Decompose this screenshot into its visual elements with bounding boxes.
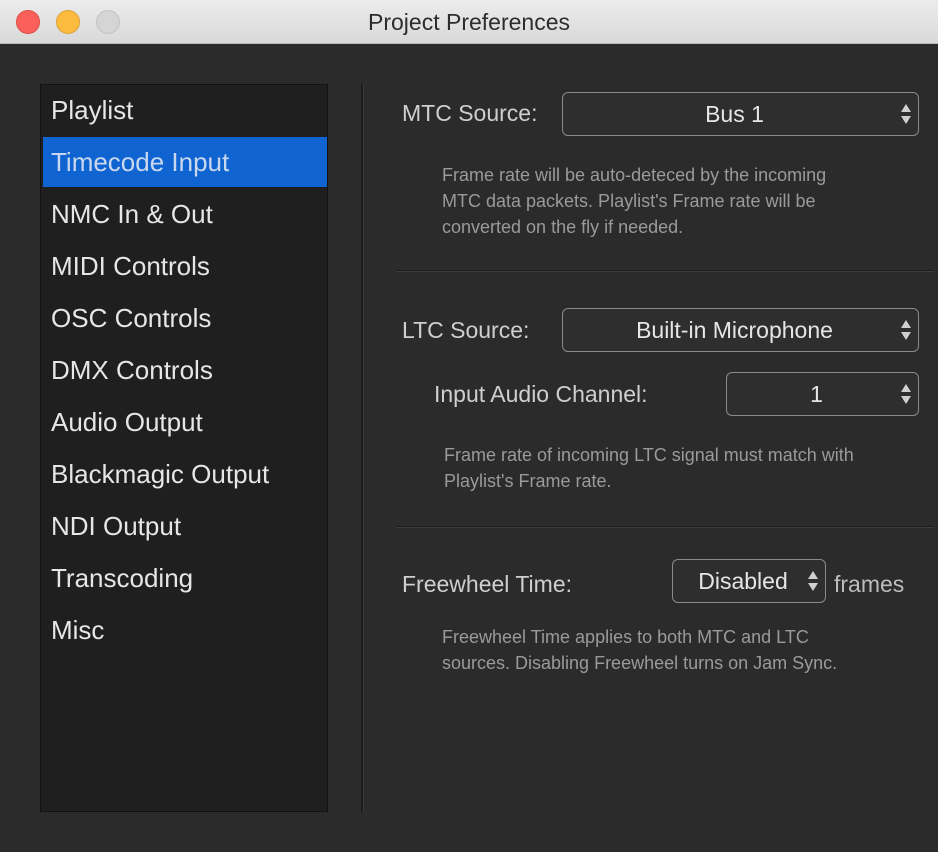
ltc-source-value: Built-in Microphone [636,317,833,343]
sidebar-item-timecode-input[interactable]: Timecode Input [43,137,327,187]
ltc-description-line: Playlist's Frame rate. [444,471,612,491]
mtc-source-value: Bus 1 [705,101,764,127]
sidebar-item-misc[interactable]: Misc [43,605,327,655]
preferences-content: Playlist Timecode Input NMC In & Out MID… [0,44,938,852]
mtc-description-line: converted on the fly if needed. [442,217,684,237]
sidebar-item-midi-controls[interactable]: MIDI Controls [43,241,327,291]
vertical-divider [361,84,364,812]
sidebar-item-transcoding[interactable]: Transcoding [43,553,327,603]
sidebar: Playlist Timecode Input NMC In & Out MID… [40,84,328,812]
freewheel-time-value: Disabled [698,568,788,594]
sidebar-item-audio-output[interactable]: Audio Output [43,397,327,447]
ltc-description-line: Frame rate of incoming LTC signal must m… [444,445,854,465]
freewheel-description: Freewheel Time applies to both MTC and L… [442,624,837,676]
sidebar-item-blackmagic-output[interactable]: Blackmagic Output [43,449,327,499]
mtc-source-select[interactable]: Bus 1 [562,92,919,136]
input-audio-channel-select[interactable]: 1 [726,372,919,416]
mtc-description: Frame rate will be auto-deteced by the i… [442,162,826,240]
section-divider [396,526,934,528]
freewheel-time-select[interactable]: Disabled [672,559,826,603]
updown-arrows-icon [900,102,912,126]
updown-arrows-icon [807,569,819,593]
title-bar: Project Preferences [0,0,938,44]
freewheel-description-line: Freewheel Time applies to both MTC and L… [442,627,809,647]
section-divider [396,270,934,272]
sidebar-item-dmx-controls[interactable]: DMX Controls [43,345,327,395]
ltc-source-select[interactable]: Built-in Microphone [562,308,919,352]
window-title: Project Preferences [368,9,570,35]
freewheel-description-line: sources. Disabling Freewheel turns on Ja… [442,653,838,673]
sidebar-item-nmc-in-out[interactable]: NMC In & Out [43,189,327,239]
freewheel-time-label: Freewheel Time: [402,571,573,597]
sidebar-item-osc-controls[interactable]: OSC Controls [43,293,327,343]
ltc-description: Frame rate of incoming LTC signal must m… [444,442,854,494]
sidebar-item-playlist[interactable]: Playlist [43,85,327,135]
input-audio-channel-label: Input Audio Channel: [434,381,648,407]
mtc-description-line: Frame rate will be auto-deteced by the i… [442,165,827,185]
mtc-description-line: MTC data packets. Playlist's Frame rate … [442,191,816,211]
ltc-source-label: LTC Source: [402,317,530,343]
updown-arrows-icon [900,318,912,342]
sidebar-item-ndi-output[interactable]: NDI Output [43,501,327,551]
frames-unit-label: frames [834,571,905,597]
updown-arrows-icon [900,382,912,406]
mtc-source-label: MTC Source: [402,100,538,126]
input-audio-channel-value: 1 [810,381,823,407]
